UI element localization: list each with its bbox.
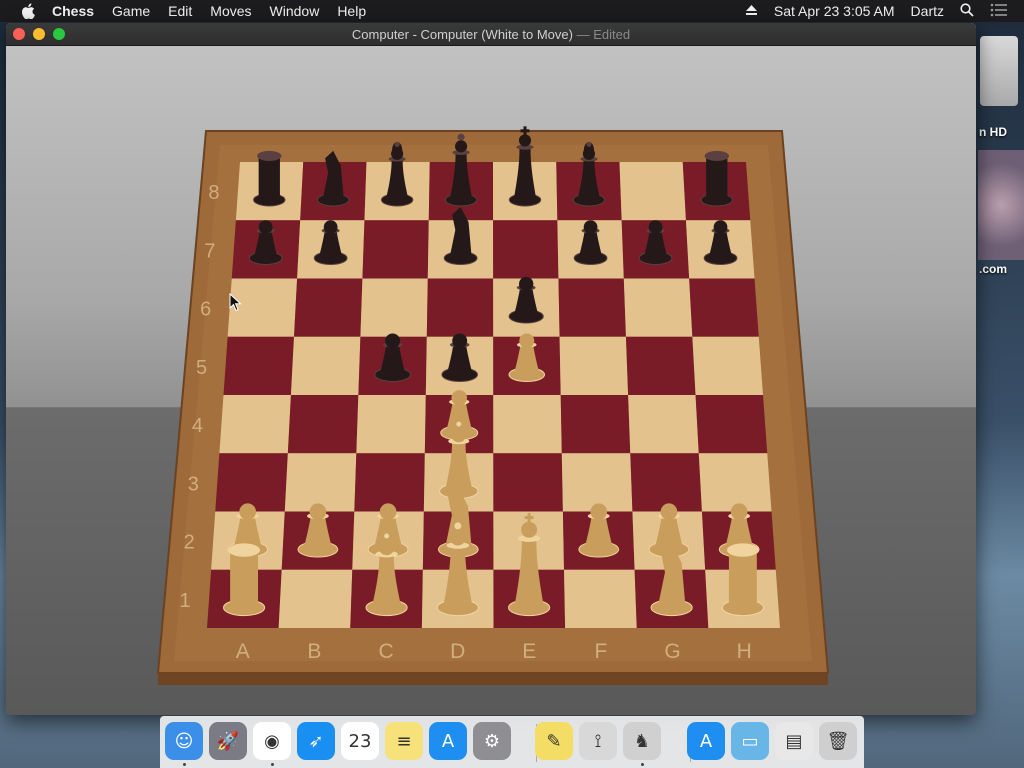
square-f5[interactable] [559,336,629,395]
square-f1[interactable] [564,569,637,628]
square-d6[interactable] [426,278,494,337]
apple-menu-icon[interactable] [18,3,38,19]
square-h3[interactable] [698,453,772,512]
square-a4[interactable] [219,395,291,454]
chrome-icon[interactable]: ◉ [253,722,291,760]
rank-label-8: 8 [208,182,219,204]
desktop-file-icon[interactable] [978,150,1024,260]
rank-label-1: 1 [180,590,191,612]
file-label-g: G [664,640,680,663]
square-c6[interactable] [360,278,428,337]
square-b1[interactable] [278,569,353,628]
user-name[interactable]: Dartz [911,3,944,19]
clock[interactable]: Sat Apr 23 3:05 AM [774,3,895,19]
square-b6[interactable] [294,278,363,337]
rank-label-5: 5 [196,357,207,379]
square-h6[interactable] [689,278,759,337]
trash-icon[interactable]: 🗑 [819,722,857,760]
square-g5[interactable] [625,336,696,395]
rank-label-6: 6 [200,299,211,321]
menu-edit[interactable]: Edit [168,3,192,19]
square-f3[interactable] [561,453,633,512]
square-b4[interactable] [287,395,359,454]
square-c7[interactable] [362,220,429,279]
square-g6[interactable] [623,278,693,337]
notification-center-icon[interactable] [990,3,1008,20]
system-preferences-icon[interactable]: ⚙ [473,722,511,760]
file-label-a: A [236,640,250,663]
menu-bar: Chess Game Edit Moves Window Help Sat Ap… [0,0,1024,22]
square-e7[interactable] [493,220,559,279]
folder-icon[interactable]: ▭ [731,722,769,760]
square-g3[interactable] [630,453,702,512]
square-f6[interactable] [558,278,626,337]
chess-window: Computer - Computer (White to Move) — Ed… [6,23,976,715]
file-label-c: C [378,640,393,663]
running-indicator [271,763,274,766]
chess-icon[interactable]: ♞ [623,722,661,760]
square-c3[interactable] [354,453,425,512]
desktop-file-label: .com [979,262,1008,276]
square-h4[interactable] [695,395,768,454]
rank-label-2: 2 [184,532,195,554]
app-store-icon[interactable]: A [429,722,467,760]
documents-stack-icon[interactable]: ▤ [775,722,813,760]
file-label-f: F [595,640,608,663]
square-g8[interactable] [619,162,686,221]
finder-icon[interactable]: ☺ [165,722,203,760]
menu-game[interactable]: Game [112,3,150,19]
instruments-icon[interactable]: ⟟ [579,722,617,760]
hard-drive-icon[interactable] [980,36,1018,106]
dock: ☺ 🚀 ◉ ➶ 23 ≡ A ⚙ ✎ ⟟ ♞ A ▭ ▤ 🗑 [160,716,864,768]
file-label-e: E [522,640,536,663]
calendar-icon[interactable]: 23 [341,722,379,760]
menu-help[interactable]: Help [337,3,366,19]
square-c4[interactable] [356,395,426,454]
rank-label-7: 7 [204,240,215,262]
square-e3[interactable] [493,453,563,512]
rank-label-4: 4 [192,415,203,437]
menu-moves[interactable]: Moves [210,3,251,19]
status-area: Sat Apr 23 3:05 AM Dartz [745,0,1024,22]
app-menu-chess[interactable]: Chess [52,3,94,19]
launchpad-icon[interactable]: 🚀 [209,722,247,760]
hard-drive-label: n HD [979,125,1007,139]
square-h5[interactable] [692,336,763,395]
file-label-d: D [450,640,465,663]
square-b5[interactable] [290,336,361,395]
spotlight-search-icon[interactable] [960,2,974,20]
square-a3[interactable] [215,453,288,512]
square-f4[interactable] [560,395,631,454]
square-b3[interactable] [284,453,357,512]
safari-icon[interactable]: ➶ [297,722,335,760]
running-indicator [183,763,186,766]
board-frame-edge [158,673,828,685]
square-g4[interactable] [628,395,699,454]
app-store-downloads-icon[interactable]: A [687,722,725,760]
square-a5[interactable] [223,336,295,395]
chess-board[interactable]: 8 7 6 5 4 3 2 1 A B C D E F G H [6,23,976,715]
eject-icon[interactable] [745,3,758,19]
menu-window[interactable]: Window [270,3,320,19]
notes-icon[interactable]: ≡ [385,722,423,760]
square-e4[interactable] [493,395,562,454]
mouse-cursor-icon [229,293,242,312]
stickies-icon[interactable]: ✎ [535,722,573,760]
rank-label-3: 3 [188,473,199,495]
file-label-h: H [737,640,752,663]
running-indicator [641,763,644,766]
file-label-b: B [307,640,321,663]
